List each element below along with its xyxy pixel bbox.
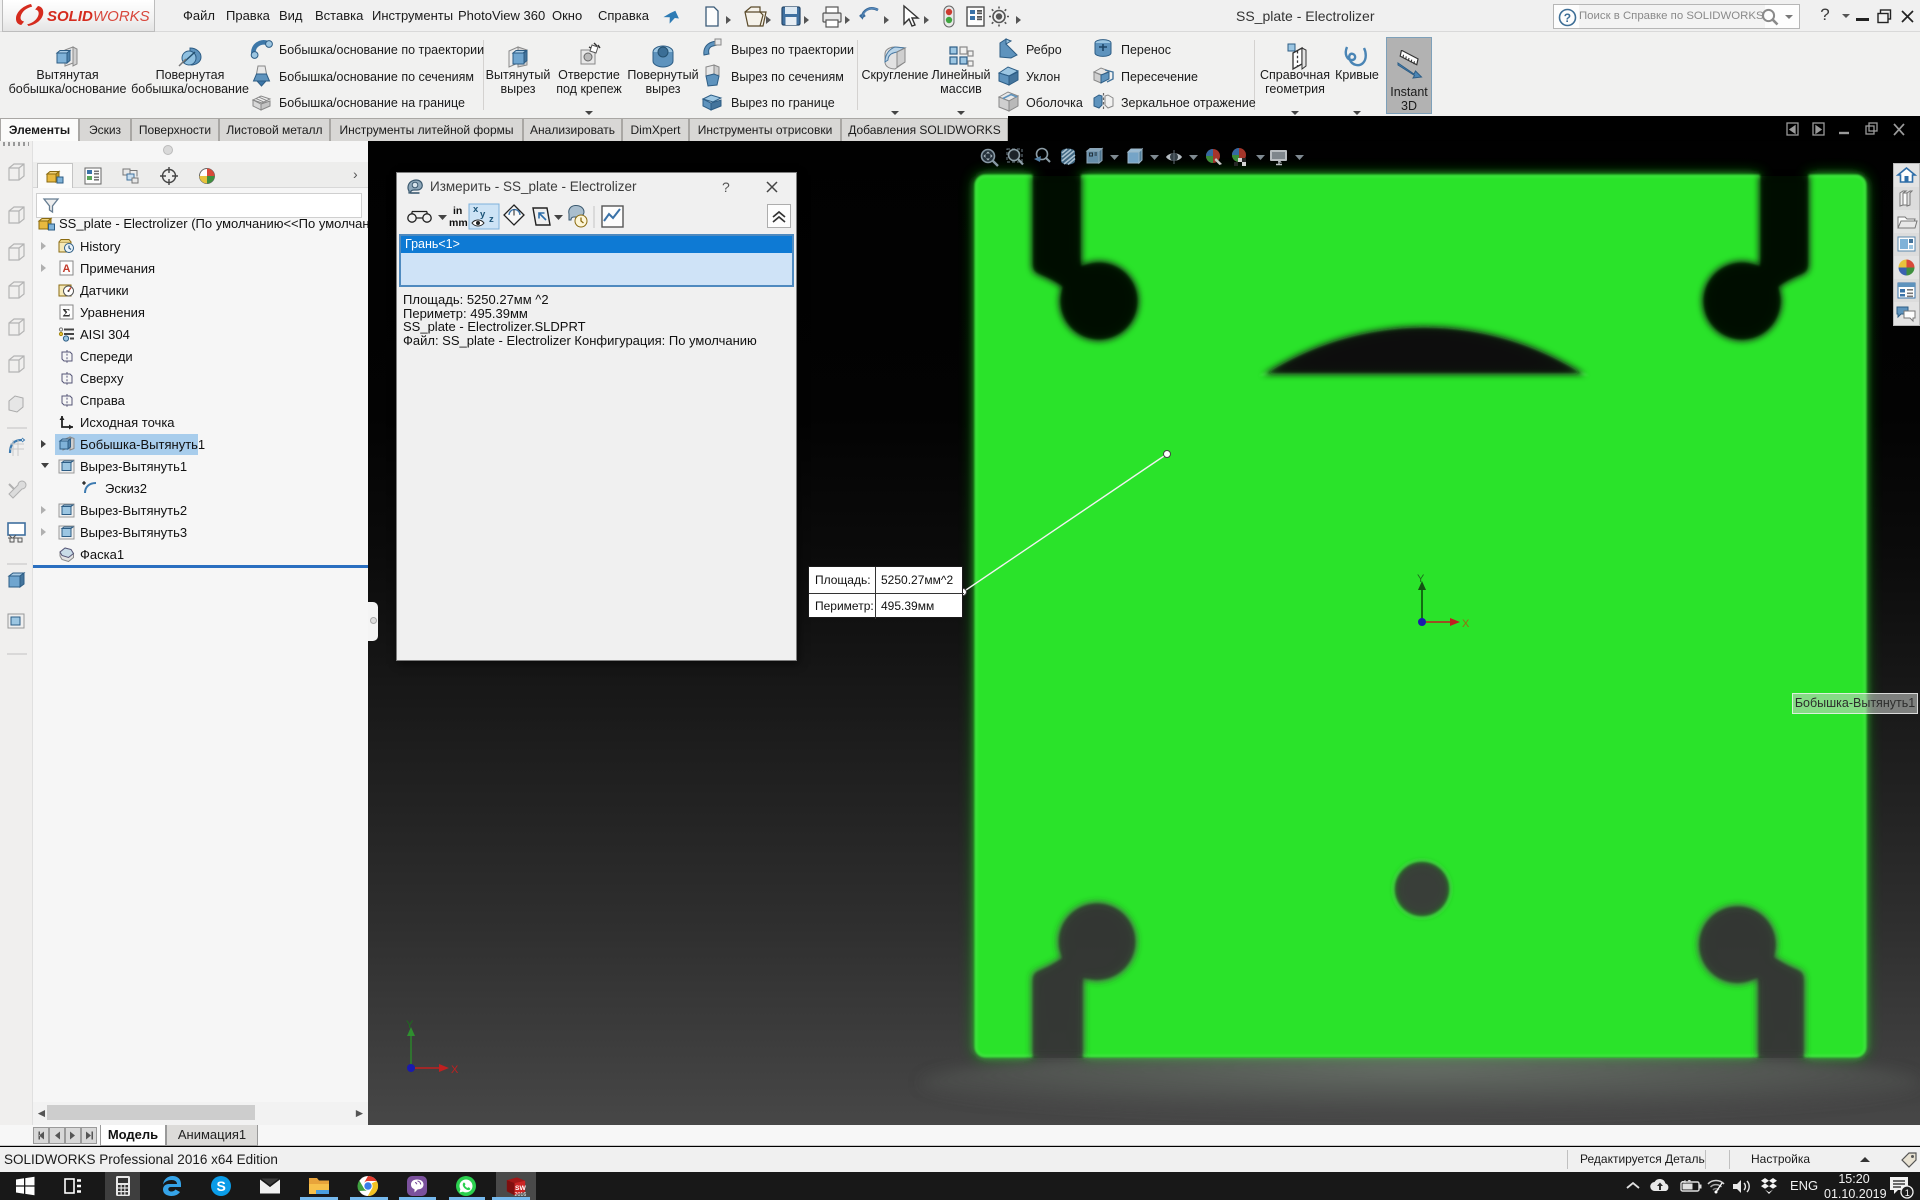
- svg-text:Y: Y: [1417, 573, 1425, 585]
- svg-text:Y: Y: [406, 1019, 414, 1031]
- svg-text:y: y: [480, 209, 486, 220]
- svg-text:Σ: Σ: [63, 305, 71, 319]
- svg-text:X: X: [1462, 618, 1470, 630]
- svg-text:S: S: [217, 1178, 226, 1194]
- svg-text:SOLID: SOLID: [47, 8, 93, 25]
- svg-text:in: in: [453, 205, 462, 217]
- svg-text:SW: SW: [515, 1185, 526, 1192]
- svg-text:mm: mm: [449, 217, 468, 229]
- svg-text:A: A: [63, 263, 71, 275]
- svg-text:1: 1: [1905, 1188, 1910, 1198]
- svg-text:x: x: [473, 204, 479, 215]
- svg-text:?: ?: [1564, 11, 1571, 25]
- svg-text:X: X: [451, 1064, 459, 1076]
- svg-text:WORKS: WORKS: [93, 8, 150, 25]
- svg-text:z: z: [489, 214, 494, 225]
